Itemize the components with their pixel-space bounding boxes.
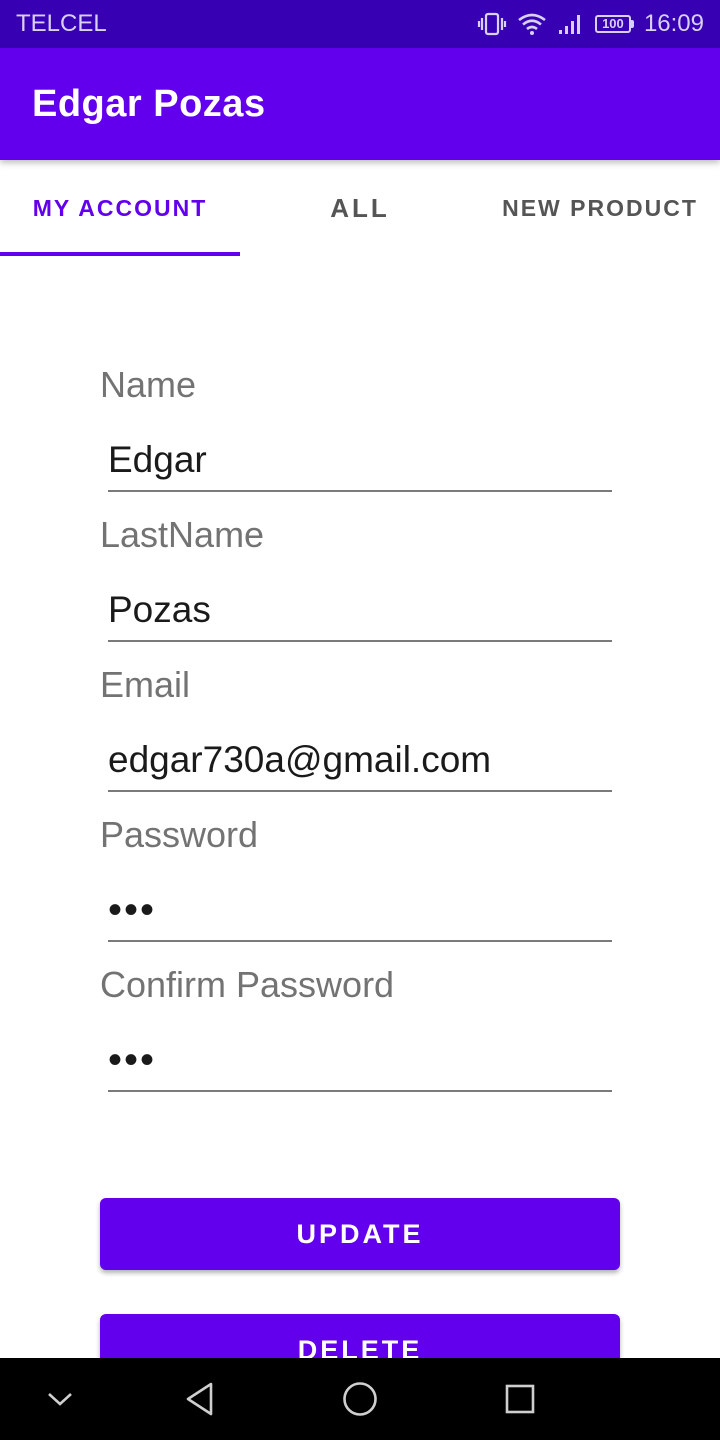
tab-label: MY ACCOUNT: [32, 194, 208, 221]
password-field-group: Password: [100, 810, 620, 942]
system-nav-bar: [0, 1358, 720, 1440]
name-label: Name: [100, 364, 197, 405]
name-field-group: Name: [100, 360, 620, 492]
email-field-group: Email: [100, 660, 620, 792]
carrier-label: TELCEL: [16, 10, 107, 37]
lastname-label: LastName: [100, 514, 265, 555]
app-title: Edgar Pozas: [32, 82, 266, 125]
lastname-input[interactable]: [108, 580, 612, 642]
update-button[interactable]: UPDATE: [100, 1198, 620, 1270]
recents-icon[interactable]: [480, 1358, 560, 1440]
status-bar: TELCEL 100 16:09: [0, 0, 720, 48]
email-input[interactable]: [108, 730, 612, 792]
home-icon[interactable]: [320, 1358, 400, 1440]
signal-icon: [557, 12, 585, 36]
confirm-password-input[interactable]: [108, 1030, 612, 1092]
battery-level: 100: [594, 15, 631, 33]
tab-my-account[interactable]: MY ACCOUNT: [0, 160, 240, 256]
tab-new-product[interactable]: NEW PRODUCT: [480, 160, 720, 256]
password-label: Password: [100, 814, 259, 855]
tab-bar: MY ACCOUNT ALL NEW PRODUCT: [0, 160, 720, 256]
collapse-icon[interactable]: [20, 1358, 100, 1440]
vibrate-icon: [477, 12, 507, 36]
clock: 16:09: [643, 10, 704, 37]
tab-all[interactable]: ALL: [240, 160, 480, 256]
tab-label: NEW PRODUCT: [502, 194, 698, 221]
lastname-field-group: LastName: [100, 510, 620, 642]
tab-label: ALL: [330, 192, 390, 223]
back-icon[interactable]: [160, 1358, 240, 1440]
password-input[interactable]: [108, 880, 612, 942]
confirm-password-label: Confirm Password: [100, 964, 395, 1005]
confirm-password-field-group: Confirm Password: [100, 960, 620, 1092]
email-label: Email: [100, 664, 191, 705]
screen: TELCEL 100 16:09 Edgar Pozas MY ACCOUNT …: [0, 0, 720, 1440]
wifi-icon: [517, 12, 547, 36]
app-bar: Edgar Pozas: [0, 48, 720, 160]
name-input[interactable]: [108, 430, 612, 492]
status-icons: 100 16:09: [477, 10, 704, 38]
battery-icon: 100: [594, 15, 634, 33]
